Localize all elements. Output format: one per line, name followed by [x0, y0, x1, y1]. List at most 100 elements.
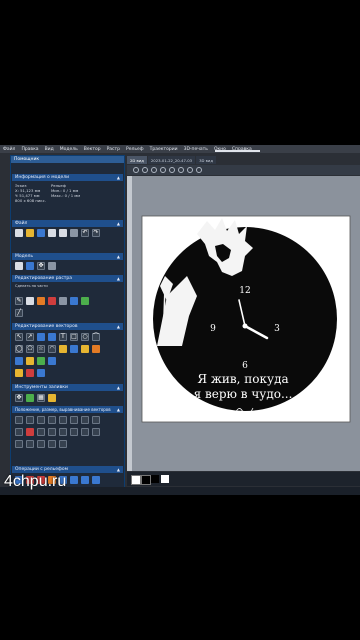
relief-offset-icon[interactable] — [81, 476, 89, 484]
size-icon[interactable] — [15, 428, 23, 436]
zoom-box-icon[interactable] — [160, 167, 166, 173]
collapse-arrow-icon[interactable]: ▲ — [117, 324, 120, 329]
section-fill-tools[interactable]: Инструменты заливки ▲ — [12, 384, 123, 391]
align-center-icon[interactable] — [26, 416, 34, 424]
model-move-icon[interactable]: ✥ — [37, 262, 45, 270]
arrange-icon[interactable] — [59, 440, 67, 448]
swatch-black[interactable] — [141, 475, 151, 485]
join-icon[interactable] — [37, 357, 45, 365]
unlock-icon[interactable] — [48, 440, 56, 448]
nest-icon[interactable] — [26, 369, 34, 377]
fill-bucket-icon[interactable] — [37, 297, 45, 305]
menu-model[interactable]: Модель — [60, 147, 78, 152]
align-middle-icon[interactable] — [59, 416, 67, 424]
menu-relief[interactable]: Рельеф — [126, 147, 144, 152]
menu-file[interactable]: Файл — [3, 147, 15, 152]
eraser-icon[interactable] — [26, 297, 34, 305]
collapse-arrow-icon[interactable]: ▲ — [117, 407, 120, 412]
distribute-v-icon[interactable] — [92, 416, 100, 424]
swatch-black-2[interactable] — [151, 475, 159, 483]
ellipse-icon[interactable]: ◯ — [15, 345, 23, 353]
zoom-out-icon[interactable] — [142, 167, 148, 173]
open-folder-icon[interactable] — [26, 229, 34, 237]
menu-view[interactable]: Вид — [45, 147, 54, 152]
fill-color-icon[interactable] — [26, 394, 34, 402]
collapse-arrow-icon[interactable]: ▲ — [117, 467, 120, 472]
collapse-arrow-icon[interactable]: ▲ — [117, 385, 120, 390]
section-relief-ops[interactable]: Операции с рельефом ▲ — [12, 466, 123, 473]
collapse-arrow-icon[interactable]: ▲ — [117, 221, 120, 226]
section-vectors[interactable]: Редактирование векторов ▲ — [12, 323, 123, 330]
fillet-icon[interactable] — [48, 357, 56, 365]
zoom-slider[interactable] — [215, 150, 260, 152]
import-icon[interactable] — [48, 229, 56, 237]
zoom-in-icon[interactable] — [133, 167, 139, 173]
tab-2d-view[interactable]: 2D вид — [127, 156, 147, 164]
zoom-prev-icon[interactable] — [178, 167, 184, 173]
snap-toggle-icon[interactable] — [196, 167, 202, 173]
select-arrow-icon[interactable]: ↖ — [15, 333, 23, 341]
section-raster[interactable]: Редактирование растра ▲ — [12, 275, 123, 282]
offset-icon[interactable] — [81, 345, 89, 353]
tab-document[interactable]: 2023-01-22_20-47-03 — [147, 156, 196, 164]
rotate-icon[interactable] — [37, 428, 45, 436]
section-model-info[interactable]: Информация о модели ▲ — [12, 174, 123, 181]
design-canvas[interactable]: 12 9 3 6 Я жив, покуда я верю в чудо... — [127, 176, 360, 471]
relief-mirror-icon[interactable] — [92, 476, 100, 484]
document-icon[interactable] — [59, 229, 67, 237]
swatch-white[interactable] — [131, 475, 141, 485]
collapse-arrow-icon[interactable]: ▲ — [117, 175, 120, 180]
align-icon[interactable] — [37, 369, 45, 377]
lock-icon[interactable] — [37, 440, 45, 448]
distribute-h-icon[interactable] — [81, 416, 89, 424]
scale-icon[interactable] — [48, 428, 56, 436]
center-icon[interactable] — [81, 428, 89, 436]
group-icon[interactable] — [59, 345, 67, 353]
pan-icon[interactable] — [169, 167, 175, 173]
circle-icon[interactable]: ○ — [81, 333, 89, 341]
collapse-arrow-icon[interactable]: ▲ — [117, 276, 120, 281]
polygon-icon[interactable]: ⬠ — [26, 345, 34, 353]
flip-icon[interactable] — [70, 428, 78, 436]
text-tool-icon[interactable]: T — [59, 333, 67, 341]
array-icon[interactable] — [26, 357, 34, 365]
model-layers-icon[interactable] — [48, 262, 56, 270]
move-icon[interactable] — [26, 428, 34, 436]
mirror-icon[interactable] — [15, 357, 23, 365]
model-size-icon[interactable] — [15, 262, 23, 270]
curve-icon[interactable] — [48, 333, 56, 341]
rectangle-icon[interactable]: □ — [70, 333, 78, 341]
gear-icon[interactable] — [70, 229, 78, 237]
ungroup-objects-icon[interactable] — [26, 440, 34, 448]
save-icon[interactable] — [37, 229, 45, 237]
node-edit-icon[interactable]: ↗ — [26, 333, 34, 341]
swatch-white-2[interactable] — [161, 475, 169, 483]
arc-icon[interactable]: ◠ — [48, 345, 56, 353]
menu-raster[interactable]: Растр — [107, 147, 120, 152]
align-left-icon[interactable] — [15, 416, 23, 424]
align-right-icon[interactable] — [37, 416, 45, 424]
align-top-icon[interactable] — [48, 416, 56, 424]
skew-icon[interactable] — [59, 428, 67, 436]
raster-select-icon[interactable] — [70, 297, 78, 305]
fill-grid-icon[interactable]: ▦ — [37, 394, 45, 402]
model-grid-icon[interactable] — [26, 262, 34, 270]
redo-icon[interactable]: ↷ — [92, 229, 100, 237]
section-file[interactable]: Файл ▲ — [12, 220, 123, 227]
align-bottom-icon[interactable] — [70, 416, 78, 424]
menu-toolpaths[interactable]: Траектории — [150, 147, 178, 152]
section-position-size[interactable]: Положение, размер, выравнивание векторов… — [12, 406, 123, 413]
group-objects-icon[interactable] — [15, 440, 23, 448]
grid-toggle-icon[interactable] — [187, 167, 193, 173]
collapse-arrow-icon[interactable]: ▲ — [117, 254, 120, 259]
trim-icon[interactable] — [92, 345, 100, 353]
relief-merge-icon[interactable] — [70, 476, 78, 484]
tab-3d-view[interactable]: 3D вид — [196, 156, 216, 164]
bitmap-trace-icon[interactable] — [15, 369, 23, 377]
fill-select-icon[interactable]: ✥ — [15, 394, 23, 402]
section-model[interactable]: Модель ▲ — [12, 253, 123, 260]
line-tool-icon[interactable]: ╱ — [15, 309, 23, 317]
color-picker-icon[interactable] — [48, 297, 56, 305]
weld-icon[interactable] — [70, 345, 78, 353]
menu-3d-print[interactable]: 3D-печать — [184, 147, 208, 152]
